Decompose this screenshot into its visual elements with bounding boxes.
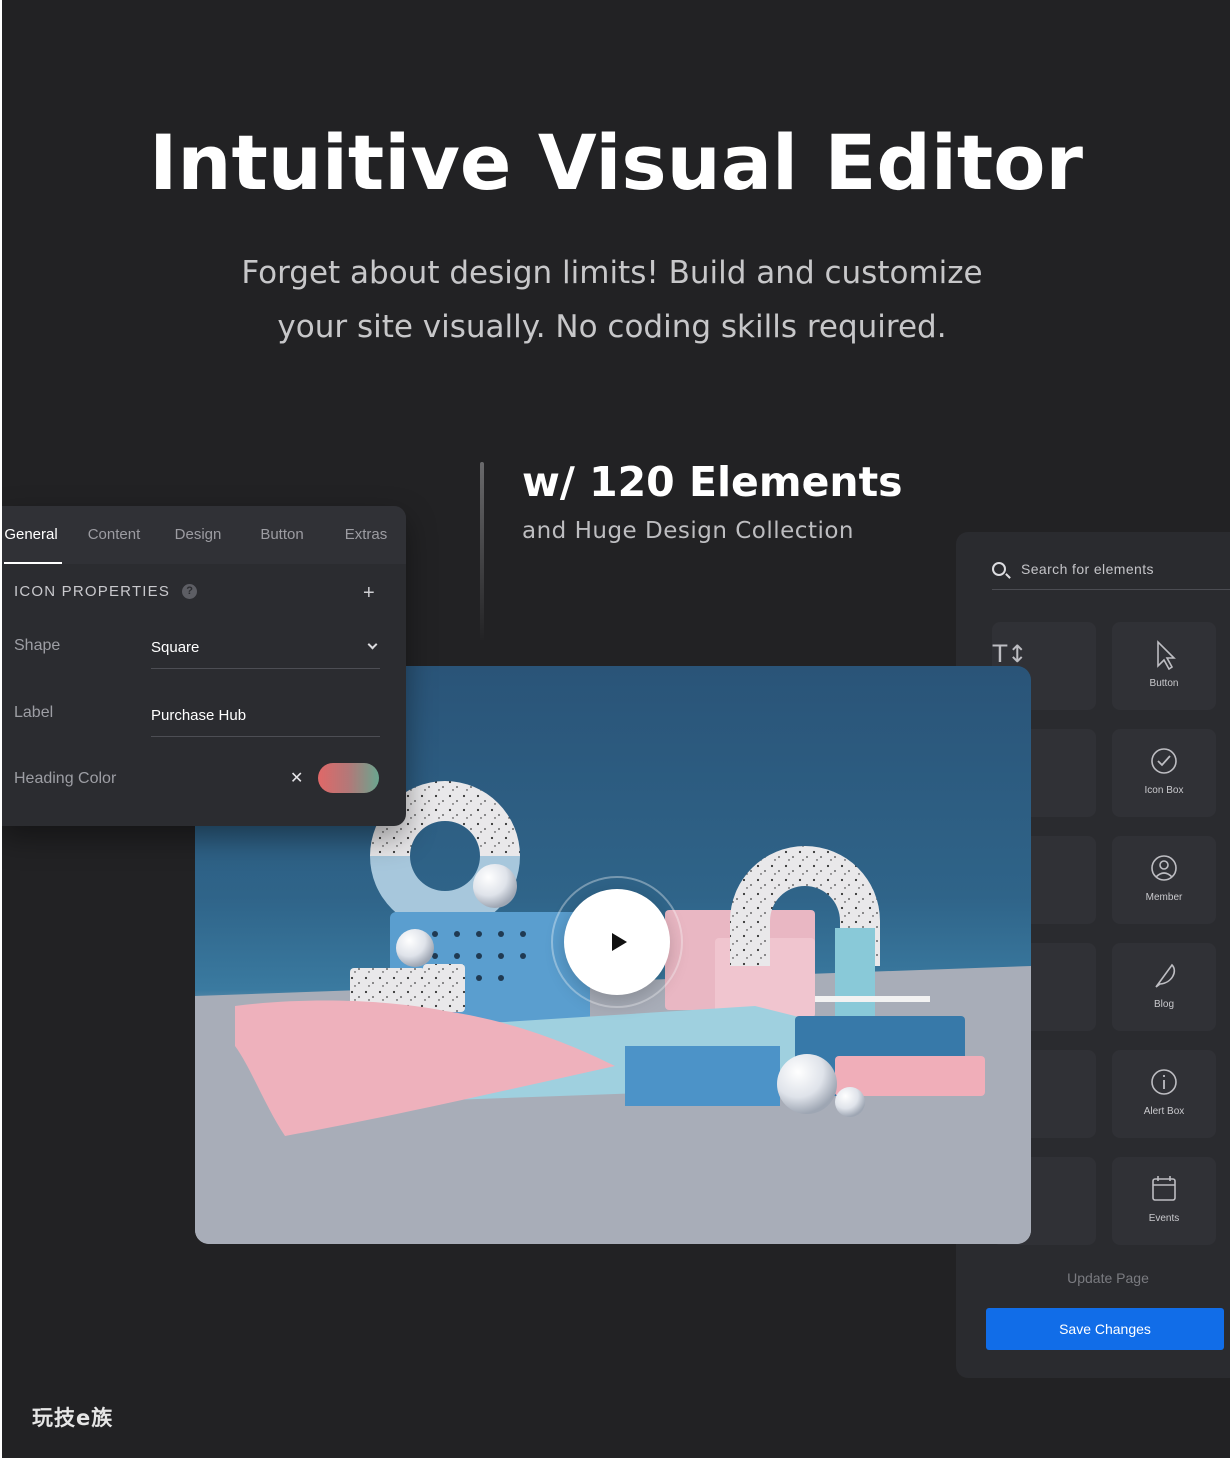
feather-icon	[1155, 963, 1176, 988]
tab-button[interactable]: Button	[230, 506, 334, 564]
element-tile-label: Member	[1145, 892, 1183, 903]
shape-value: Square	[151, 639, 200, 656]
label-input[interactable]: Purchase Hub	[151, 707, 380, 737]
element-tile-label: Button	[1149, 678, 1179, 689]
text-size-icon: T↕	[992, 640, 1027, 668]
hero-title: Intuitive Visual Editor	[149, 118, 1083, 207]
shape-select[interactable]: Square	[151, 639, 380, 669]
shape-label: Shape	[14, 637, 61, 654]
save-changes-button[interactable]: Save Changes	[986, 1308, 1224, 1350]
element-tile[interactable]: Icon Box	[1112, 729, 1216, 817]
tab-content[interactable]: Content	[62, 506, 166, 564]
calendar-icon	[1152, 1176, 1176, 1201]
cursor-icon	[1157, 640, 1176, 670]
element-tile-label: Blog	[1153, 999, 1174, 1010]
svg-text:T↕: T↕	[992, 640, 1027, 668]
elements-count: w/ 120 Elements	[522, 458, 903, 506]
element-tile-label: Icon Box	[1144, 785, 1184, 796]
info-icon	[1151, 1069, 1177, 1095]
chevron-down-icon	[367, 639, 378, 650]
element-tile-label: Alert Box	[1143, 1106, 1185, 1117]
element-tile[interactable]: Button	[1112, 622, 1216, 710]
properties-tabs: General Content Design Button Extras	[2, 506, 406, 564]
section-title: ICON PROPERTIES	[14, 583, 171, 600]
element-tile[interactable]: Member	[1112, 836, 1216, 924]
play-icon	[612, 933, 627, 951]
properties-panel: General Content Design Button Extras ICO…	[2, 506, 406, 826]
element-tile[interactable]: Events	[1112, 1157, 1216, 1245]
user-circle-icon	[1151, 855, 1177, 881]
element-tile-label: Events	[1148, 1213, 1180, 1224]
divider	[480, 462, 484, 642]
tab-extras[interactable]: Extras	[334, 506, 398, 564]
update-page-button[interactable]: Update Page	[956, 1270, 1230, 1286]
page: Intuitive Visual Editor Forget about des…	[2, 0, 1230, 1458]
hero-subtitle-line-1: Forget about design limits! Build and cu…	[241, 255, 983, 291]
heading-color-swatch[interactable]	[318, 763, 379, 793]
help-icon[interactable]: ?	[182, 584, 198, 599]
tab-design[interactable]: Design	[166, 506, 230, 564]
elements-tagline: and Huge Design Collection	[522, 518, 855, 544]
add-icon[interactable]: +	[363, 582, 375, 605]
check-circle-icon	[1151, 748, 1177, 774]
heading-color-label: Heading Color	[14, 770, 117, 787]
tab-general[interactable]: General	[2, 506, 62, 564]
search-input[interactable]: Search for elements	[1021, 561, 1154, 577]
hero-subtitle-line-2: your site visually. No coding skills req…	[277, 309, 947, 345]
element-tile[interactable]: Alert Box	[1112, 1050, 1216, 1138]
label-label: Label	[14, 704, 54, 721]
element-search[interactable]: Search for elements	[992, 558, 1230, 590]
search-icon	[992, 562, 1006, 576]
clear-icon[interactable]: ✕	[290, 768, 303, 788]
watermark-logo: 玩技e族	[32, 1406, 114, 1430]
element-tile[interactable]: Blog	[1112, 943, 1216, 1031]
hero-subtitle: Forget about design limits! Build and cu…	[202, 246, 1022, 354]
section-header: ICON PROPERTIES ?	[14, 583, 198, 600]
play-button[interactable]	[564, 889, 670, 995]
